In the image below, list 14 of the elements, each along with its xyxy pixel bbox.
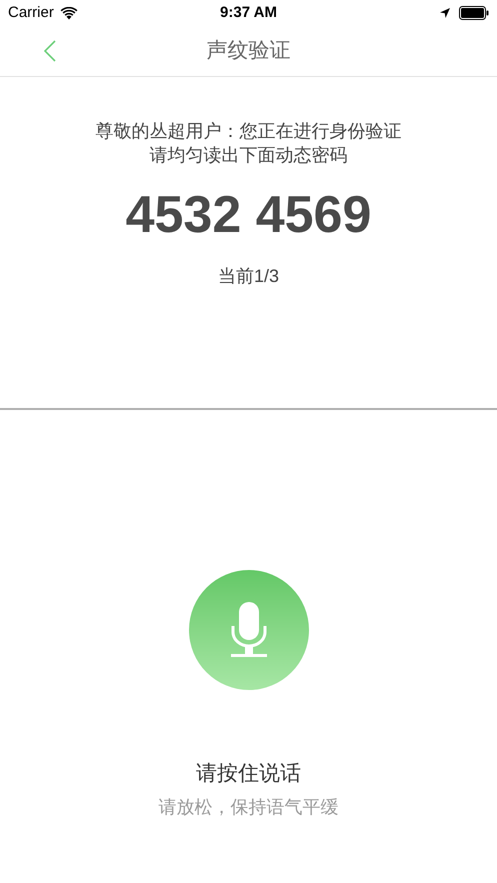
instruction-text: 尊敬的丛超用户：您正在进行身份验证: [96, 120, 402, 143]
instruction-text: 请均匀读出下面动态密码: [150, 144, 348, 167]
clock-time: 9:37 AM: [220, 2, 277, 23]
dynamic-password: 4532 4569: [126, 185, 372, 245]
hold-to-speak-label: 请按住说话: [196, 761, 301, 787]
microphone-icon: [228, 600, 268, 660]
progress-text: 当前1/3: [218, 265, 280, 288]
wifi-icon: [60, 6, 78, 20]
battery-icon: [459, 6, 489, 20]
location-arrow-icon: [439, 7, 451, 19]
chevron-left-icon: [44, 40, 56, 62]
carrier-label: Carrier: [8, 2, 54, 23]
hint-text: 请放松，保持语气平缓: [158, 796, 338, 818]
page-title: 声纹验证: [206, 38, 290, 64]
